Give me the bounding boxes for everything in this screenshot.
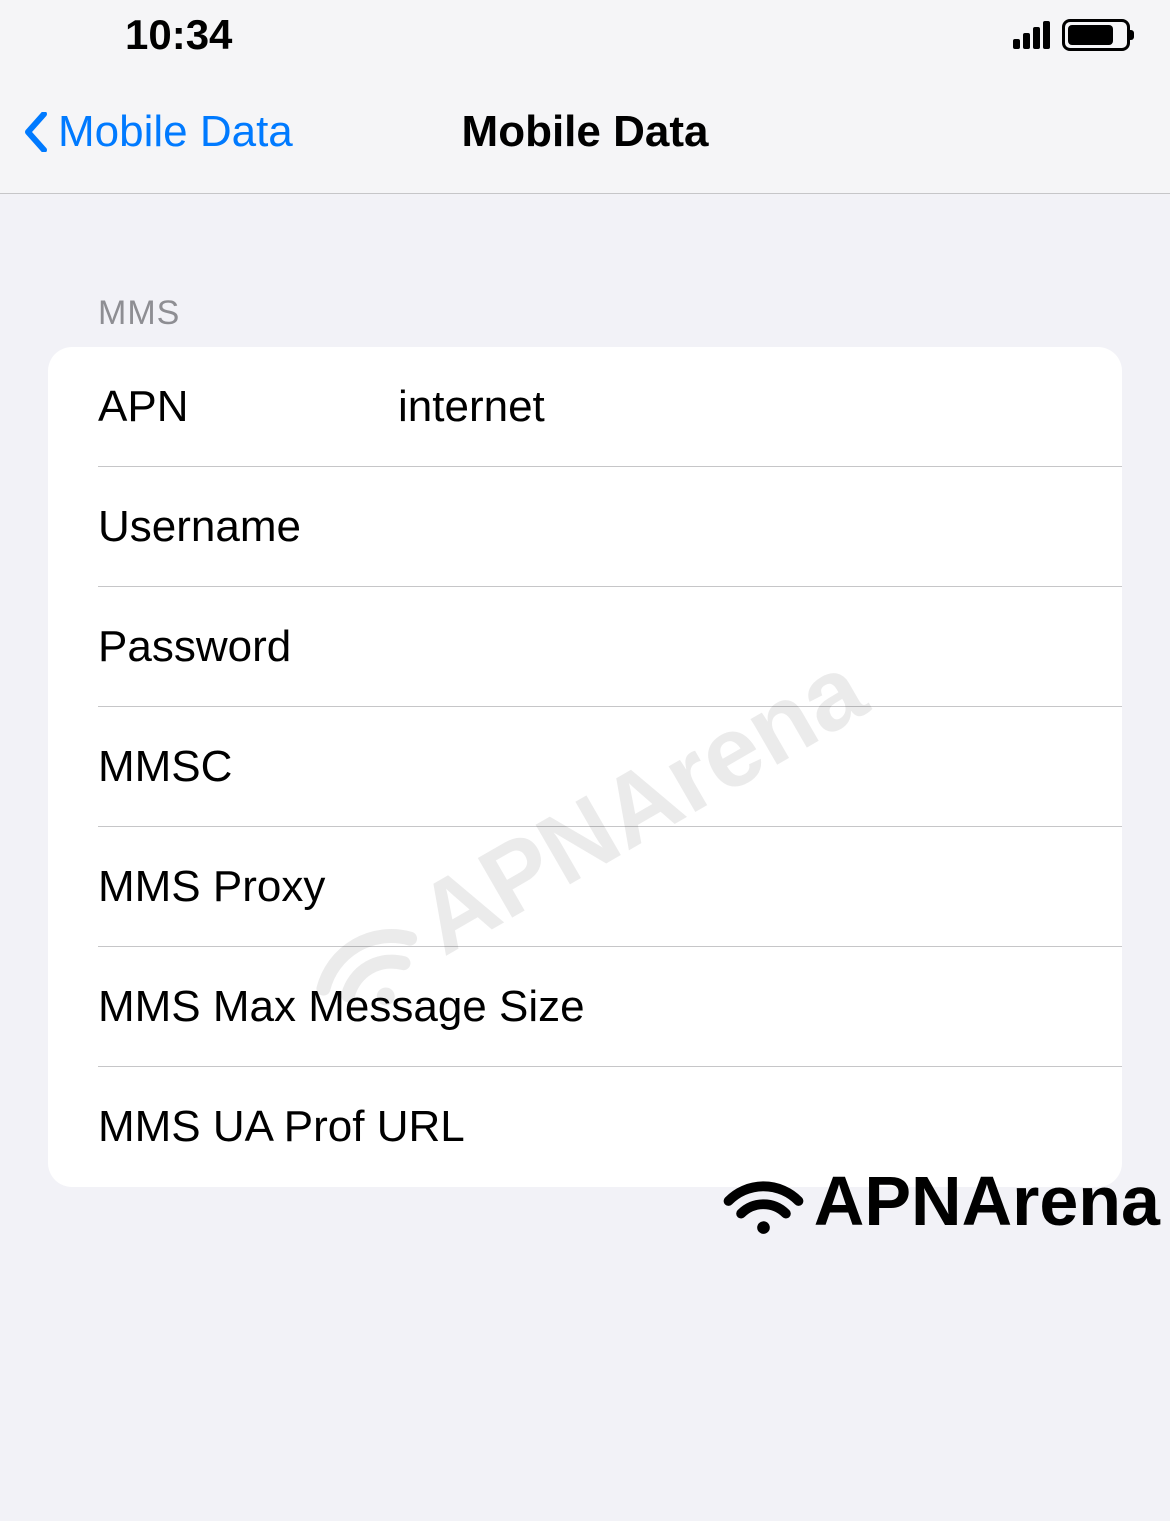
mmsc-label: MMSC bbox=[98, 742, 398, 792]
password-label: Password bbox=[98, 622, 398, 672]
back-label: Mobile Data bbox=[58, 107, 293, 157]
footer-logo: APNArena bbox=[721, 1161, 1160, 1241]
password-input[interactable] bbox=[398, 622, 1122, 672]
username-label: Username bbox=[98, 502, 398, 552]
apn-input[interactable] bbox=[398, 382, 1122, 432]
mmsc-row[interactable]: MMSC bbox=[48, 707, 1122, 827]
mms-proxy-row[interactable]: MMS Proxy bbox=[48, 827, 1122, 947]
mms-max-row[interactable]: MMS Max Message Size bbox=[48, 947, 1122, 1067]
mms-ua-label: MMS UA Prof URL bbox=[98, 1102, 465, 1152]
password-row[interactable]: Password bbox=[48, 587, 1122, 707]
username-row[interactable]: Username bbox=[48, 467, 1122, 587]
section-header-mms: MMS bbox=[0, 194, 1170, 347]
status-bar: 10:34 bbox=[0, 0, 1170, 70]
page-title: Mobile Data bbox=[462, 107, 709, 157]
chevron-left-icon bbox=[24, 112, 48, 152]
status-time: 10:34 bbox=[125, 11, 232, 59]
wifi-icon bbox=[721, 1166, 806, 1236]
navigation-bar: Mobile Data Mobile Data bbox=[0, 70, 1170, 194]
mms-max-input[interactable] bbox=[585, 982, 1122, 1032]
mms-settings-group: APN Username Password MMSC MMS Proxy MMS… bbox=[48, 347, 1122, 1187]
back-button[interactable]: Mobile Data bbox=[0, 107, 293, 157]
mms-proxy-input[interactable] bbox=[398, 862, 1122, 912]
apn-row[interactable]: APN bbox=[48, 347, 1122, 467]
apn-label: APN bbox=[98, 382, 398, 432]
cellular-signal-icon bbox=[1013, 21, 1050, 49]
mms-ua-input[interactable] bbox=[465, 1102, 1122, 1152]
username-input[interactable] bbox=[398, 502, 1122, 552]
mmsc-input[interactable] bbox=[398, 742, 1122, 792]
footer-logo-text: APNArena bbox=[814, 1161, 1160, 1241]
mms-proxy-label: MMS Proxy bbox=[98, 862, 398, 912]
status-indicators bbox=[1013, 19, 1130, 51]
battery-icon bbox=[1062, 19, 1130, 51]
mms-max-label: MMS Max Message Size bbox=[98, 982, 585, 1032]
